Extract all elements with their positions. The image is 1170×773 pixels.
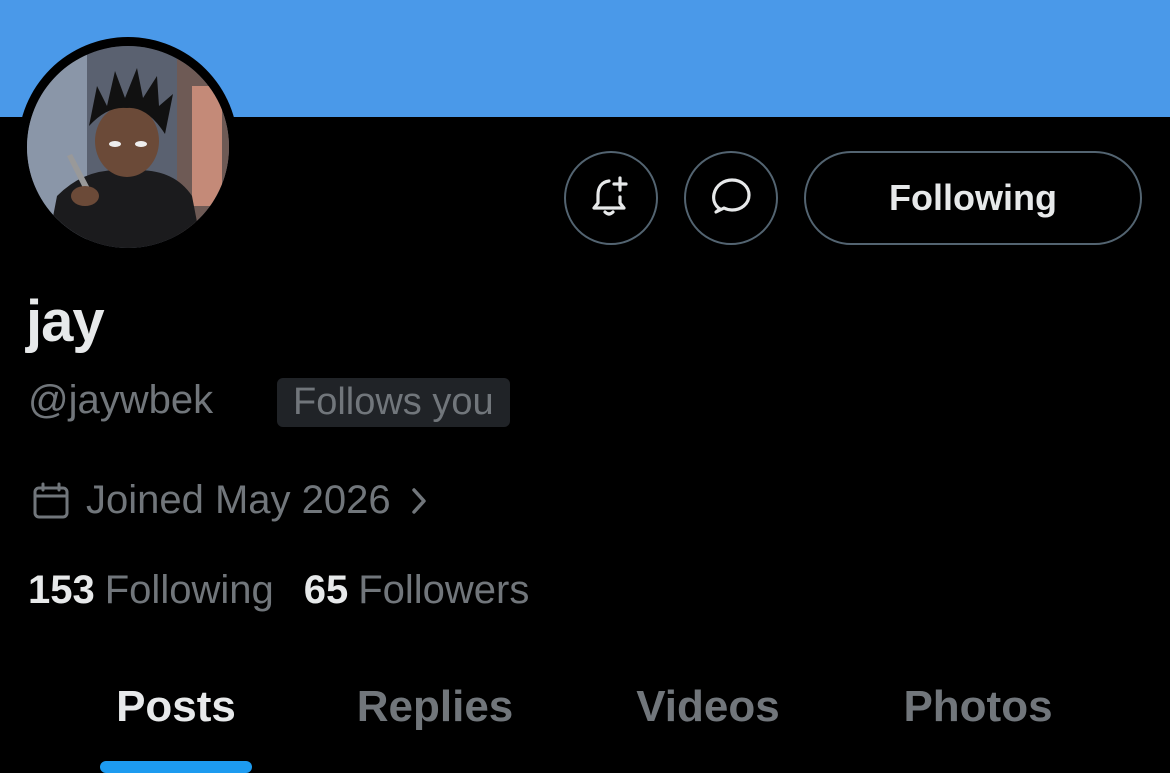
- chat-bubble-icon: [707, 172, 755, 225]
- following-button[interactable]: Following: [804, 151, 1142, 245]
- followers-stat-link[interactable]: 65 Followers: [304, 568, 530, 613]
- display-name: jay: [26, 289, 105, 354]
- user-handle: @jaywbek: [28, 378, 214, 422]
- following-stat-link[interactable]: 153 Following: [28, 568, 274, 613]
- tab-videos[interactable]: Videos: [636, 682, 779, 732]
- profile-tabs: Posts Replies Videos Photos: [0, 676, 1170, 773]
- calendar-icon: [30, 480, 72, 522]
- avatar[interactable]: [18, 37, 238, 257]
- joined-date-row[interactable]: Joined May 2026: [30, 478, 429, 523]
- tab-posts[interactable]: Posts: [116, 682, 236, 732]
- follow-stats: 153 Following 65 Followers: [28, 568, 529, 613]
- followers-label: Followers: [358, 568, 530, 612]
- active-tab-indicator: [100, 761, 252, 773]
- tab-replies[interactable]: Replies: [357, 682, 514, 732]
- notify-button[interactable]: [564, 151, 658, 245]
- following-count: 153: [28, 568, 95, 612]
- followers-count: 65: [303, 568, 349, 612]
- joined-date: Joined May 2026: [86, 478, 391, 522]
- following-label: Following: [104, 568, 274, 612]
- chevron-right-icon: [409, 484, 429, 518]
- avatar-image: [27, 46, 229, 248]
- follows-you-badge: Follows you: [277, 378, 510, 427]
- message-button[interactable]: [684, 151, 778, 245]
- tab-photos[interactable]: Photos: [903, 682, 1052, 732]
- bell-plus-icon: [587, 172, 635, 225]
